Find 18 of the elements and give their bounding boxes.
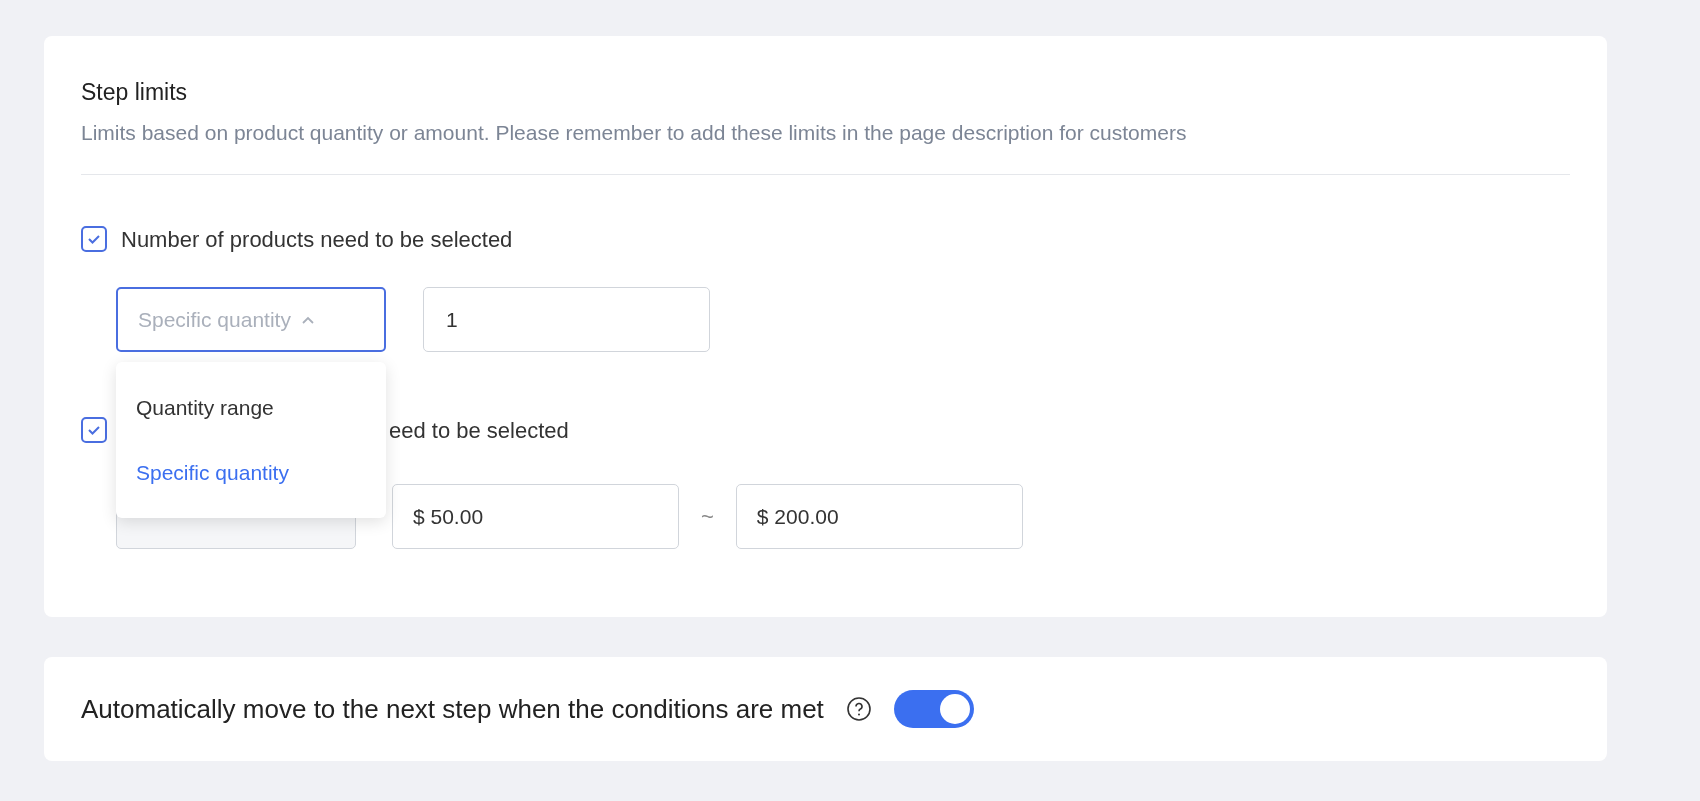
section-title: Step limits bbox=[81, 78, 189, 107]
range-separator: ~ bbox=[701, 503, 714, 531]
setting-label: Automatically move to the next step when the conditions are met bbox=[81, 692, 824, 726]
section-description: Limits based on product quantity or amount. Please remember to add these limits in the page description for customers bbox=[81, 120, 1188, 146]
checkbox-label: Number of products need to be selected bbox=[121, 225, 513, 254]
checkmark-icon bbox=[87, 423, 101, 437]
dropdown-option[interactable]: Specific quantity bbox=[116, 440, 386, 505]
help-icon[interactable] bbox=[845, 696, 872, 722]
checkmark-icon bbox=[87, 232, 101, 246]
checkbox-label: eed to be selected bbox=[389, 416, 569, 445]
checkbox[interactable] bbox=[81, 417, 107, 443]
checkbox[interactable] bbox=[81, 226, 107, 252]
quantity-input[interactable]: 1 bbox=[423, 287, 710, 352]
toggle-switch[interactable] bbox=[893, 690, 974, 728]
caret-icon bbox=[300, 314, 315, 325]
min-amount-input[interactable]: $ 50.00 bbox=[392, 484, 679, 549]
max-amount-input[interactable]: $ 200.00 bbox=[735, 484, 1023, 549]
dropdown-option[interactable]: Quantity range bbox=[116, 375, 386, 440]
